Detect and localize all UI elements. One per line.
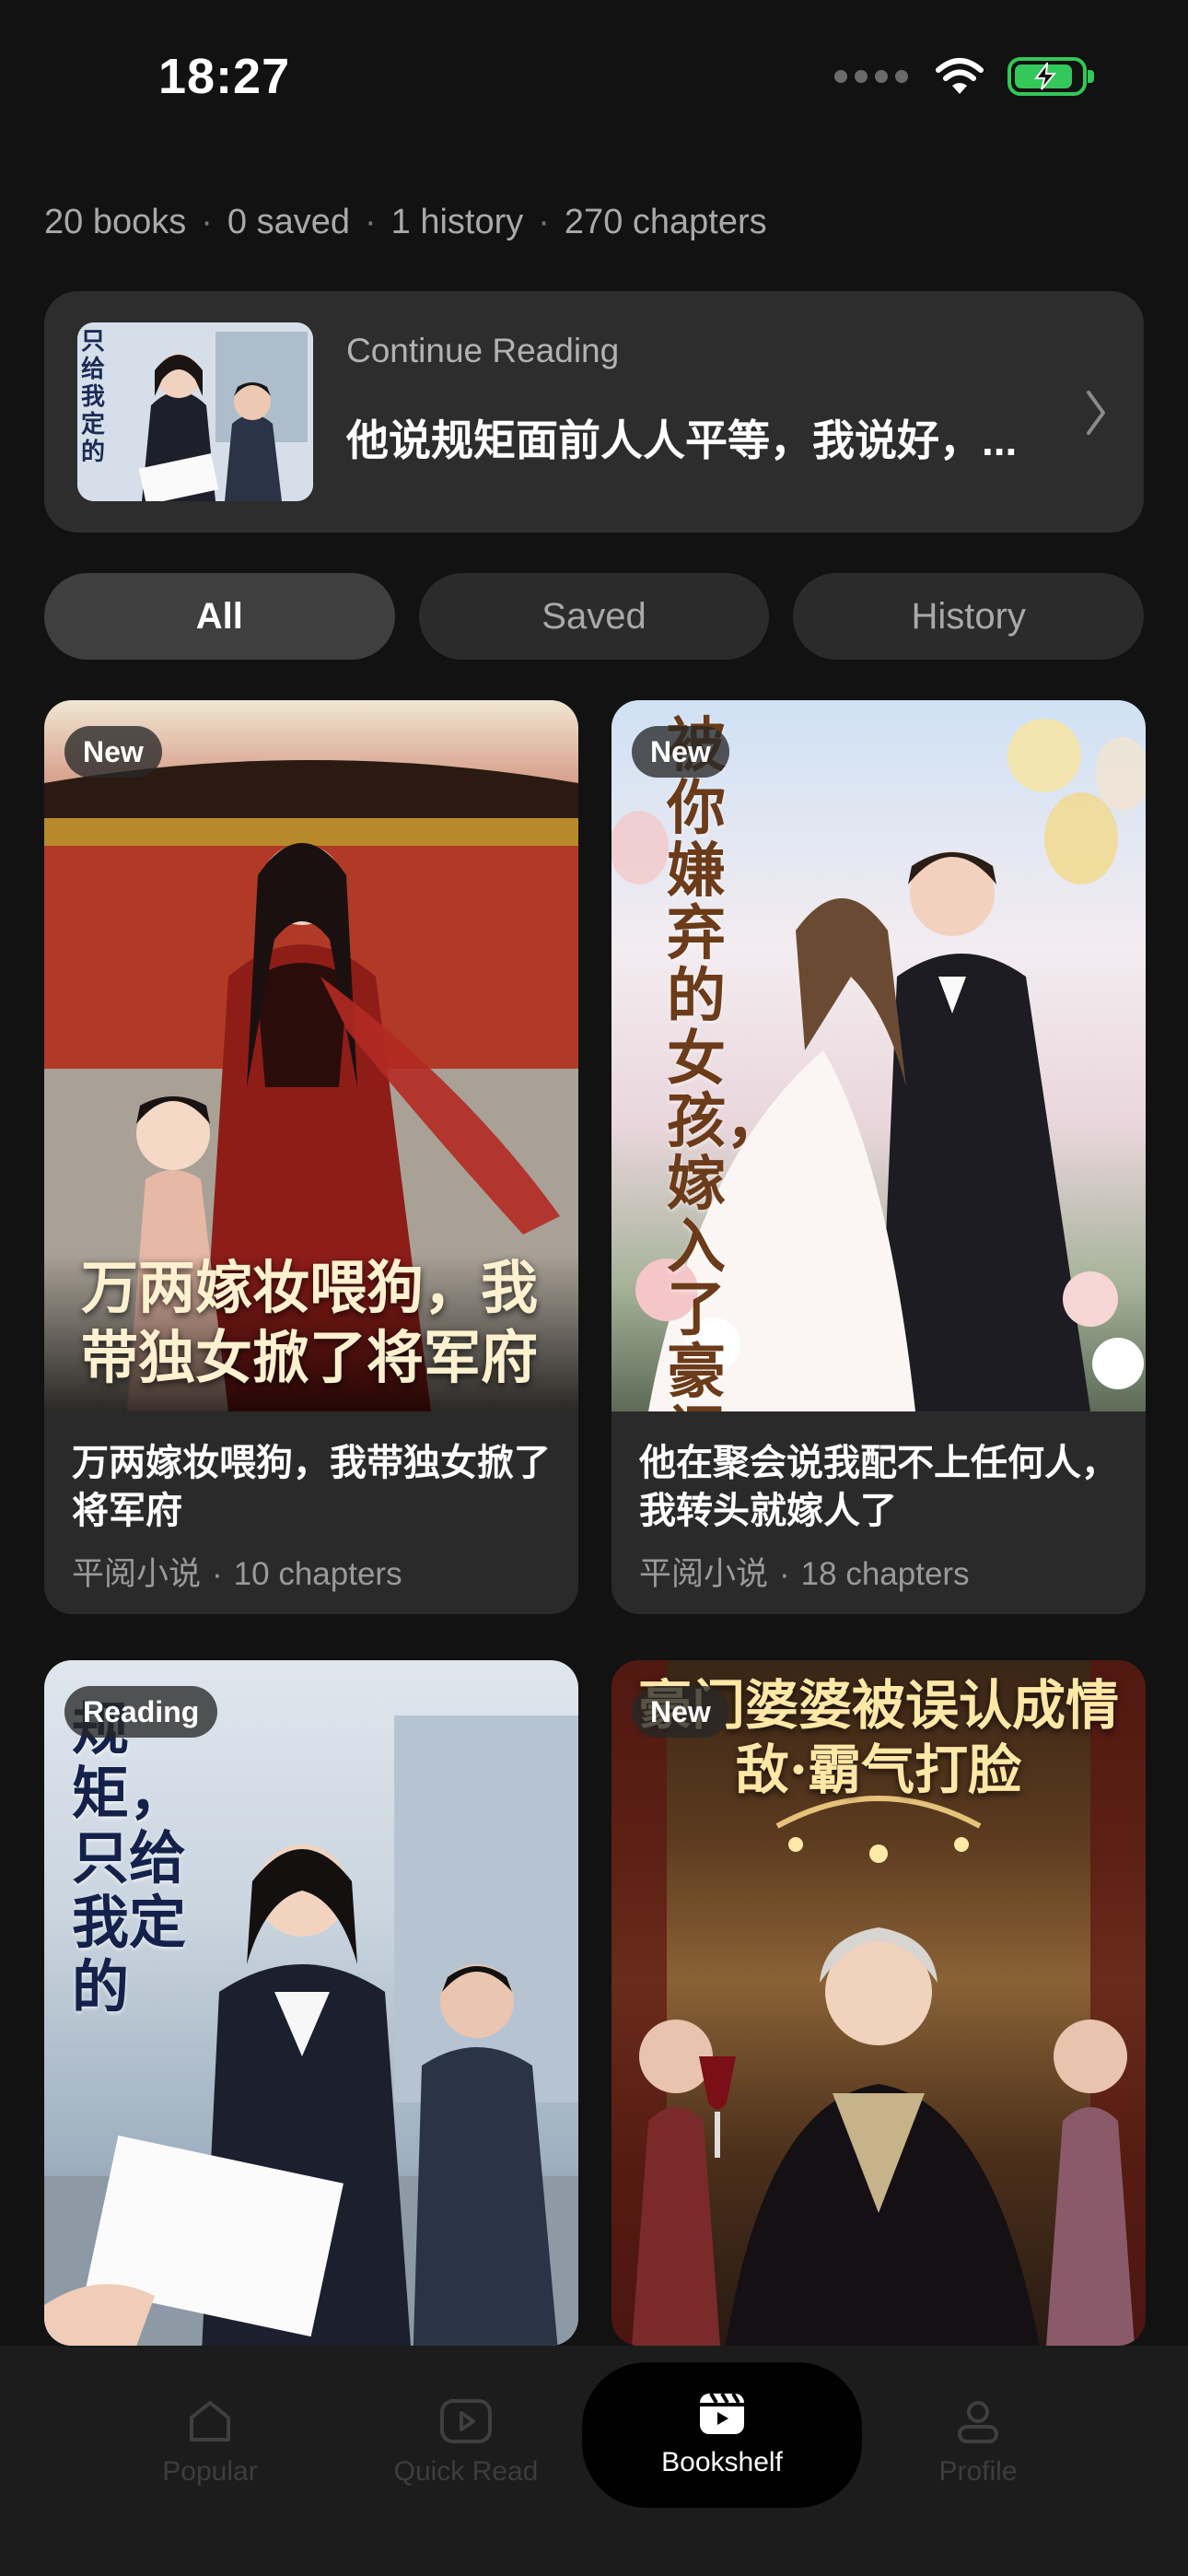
book-cover: 规矩，只给我定的 Reading bbox=[44, 1660, 578, 2346]
book-cover-text: 规矩，只给我定的 bbox=[72, 1697, 187, 2020]
bookshelf-icon bbox=[700, 2392, 744, 2434]
chapters-count: 270 chapters bbox=[564, 203, 767, 241]
book-title: 他在聚会说我配不上任何人，我转头就嫁人了 bbox=[639, 1443, 1118, 1531]
nav-profile-label: Profile bbox=[938, 2456, 1018, 2487]
nav-bookshelf[interactable]: Bookshelf bbox=[582, 2362, 862, 2508]
nav-bookshelf-label: Bookshelf bbox=[661, 2447, 783, 2477]
saved-count: 0 saved bbox=[227, 203, 350, 241]
continue-reading-title: 他说规矩面前人人平等，我说好，... bbox=[346, 416, 1018, 464]
tab-saved[interactable]: Saved bbox=[418, 573, 770, 660]
home-icon bbox=[190, 2401, 230, 2441]
book-meta: 平阅小说 · 18 chapters bbox=[639, 1556, 970, 1592]
book-card[interactable]: 豪门婆婆被误认成情敌·霸气打脸 New bbox=[611, 1660, 1146, 2346]
book-cover: 被你嫌弃的女孩，嫁入了豪门 New bbox=[611, 700, 1146, 1411]
nav-quick-read[interactable]: Quick Read bbox=[355, 2370, 577, 2499]
book-card[interactable]: 万两嫁妆喂狗，我带独女掀了将军府 New 万两嫁妆喂狗，我带独女掀了将军府 平阅… bbox=[44, 700, 578, 1614]
book-cover: 豪门婆婆被误认成情敌·霸气打脸 New bbox=[611, 1660, 1146, 2346]
nav-quick-read-label: Quick Read bbox=[393, 2456, 539, 2487]
library-summary: 20 books · 0 saved · 1 history · 270 cha… bbox=[44, 203, 767, 241]
continue-reading-label: Continue Reading bbox=[346, 332, 620, 369]
status-badge: New bbox=[632, 726, 729, 778]
status-badge: New bbox=[64, 726, 162, 778]
continue-reading-card[interactable]: 只给我定的 Continue Reading 他说规矩面前人人平等，我说好，..… bbox=[44, 291, 1144, 533]
battery-icon bbox=[1007, 57, 1094, 96]
book-card[interactable]: 被你嫌弃的女孩，嫁入了豪门 New 他在聚会说我配不上任何人，我转头就嫁人了 平… bbox=[611, 700, 1146, 1614]
play-icon bbox=[440, 2399, 492, 2443]
book-cover: 万两嫁妆喂狗，我带独女掀了将军府 New bbox=[44, 700, 578, 1411]
book-source: 平阅小说 bbox=[639, 1556, 769, 1592]
chevron-right-icon bbox=[1087, 391, 1105, 435]
status-badge: Reading bbox=[64, 1686, 218, 1738]
status-icons bbox=[834, 57, 1094, 96]
continue-reading-cover: 只给我定的 bbox=[77, 322, 313, 501]
book-cover-text: 万两嫁妆喂狗，我带独女掀了将军府 bbox=[81, 1254, 539, 1391]
tab-all[interactable]: All bbox=[44, 573, 395, 660]
history-count: 1 history bbox=[390, 203, 524, 241]
wifi-icon bbox=[934, 57, 985, 96]
status-bar: 18:27 bbox=[0, 0, 1188, 138]
tab-history[interactable]: History bbox=[793, 573, 1145, 660]
filter-tabs: All Saved History bbox=[44, 573, 1145, 660]
book-chapters: 18 chapters bbox=[800, 1556, 970, 1592]
book-cover-text: 被你嫌弃的女孩，嫁入了豪门 bbox=[667, 715, 785, 1412]
status-time: 18:27 bbox=[158, 49, 291, 104]
cellular-signal-icon bbox=[834, 70, 908, 83]
continue-reading-cover-text: 只给我定的 bbox=[81, 328, 106, 466]
books-count: 20 books bbox=[44, 203, 187, 241]
nav-popular-label: Popular bbox=[162, 2456, 258, 2487]
book-title: 万两嫁妆喂狗，我带独女掀了将军府 bbox=[72, 1443, 551, 1531]
book-source: 平阅小说 bbox=[72, 1556, 202, 1592]
book-chapters: 10 chapters bbox=[233, 1556, 402, 1592]
status-badge: New bbox=[632, 1686, 729, 1738]
profile-icon bbox=[958, 2401, 998, 2443]
book-card[interactable]: 规矩，只给我定的 Reading bbox=[44, 1660, 578, 2346]
bottom-nav: Popular Quick Read Bookshelf Profile bbox=[0, 2346, 1188, 2576]
book-meta: 平阅小说 · 10 chapters bbox=[72, 1556, 402, 1592]
nav-popular[interactable]: Popular bbox=[99, 2370, 320, 2499]
nav-profile[interactable]: Profile bbox=[868, 2370, 1089, 2499]
